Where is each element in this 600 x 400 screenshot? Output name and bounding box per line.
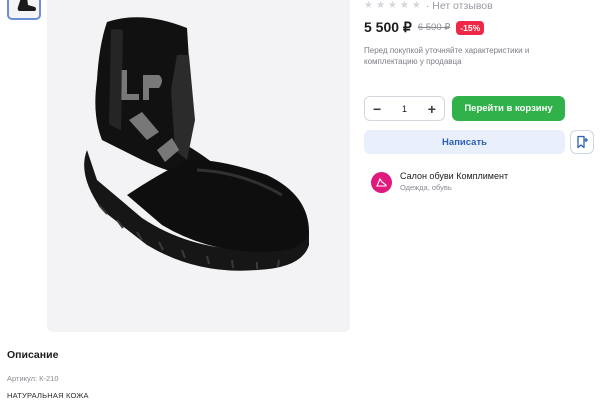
description-title: Описание [7, 349, 59, 361]
quantity-value[interactable]: 1 [402, 104, 407, 114]
add-to-favorites-button[interactable] [570, 130, 594, 154]
seller-info: Салон обуви Комплимент Одежда, обувь [400, 171, 508, 193]
current-price: 5 500 ₽ [364, 19, 412, 35]
seller-card[interactable]: Салон обуви Комплимент Одежда, обувь [371, 171, 508, 193]
price-row: 5 500 ₽ 6 500 ₽ -15% [364, 19, 485, 36]
star-icon: ★ [364, 0, 373, 11]
decrease-button[interactable]: − [373, 102, 381, 116]
star-icon: ★ [387, 0, 397, 11]
sku-label: Артикул: К-210 [7, 374, 59, 383]
discount-badge: -15% [456, 20, 485, 35]
purchase-note: Перед покупкой уточняйте характеристики … [364, 46, 530, 66]
go-to-cart-button[interactable]: Перейти в корзину [452, 96, 565, 121]
star-icon: ★ [411, 0, 421, 11]
material-text: НАТУРАЛЬНАЯ КОЖА [7, 391, 89, 400]
seller-name[interactable]: Салон обуви Комплимент [400, 171, 508, 182]
seller-logo [371, 171, 392, 193]
product-image[interactable] [47, 0, 350, 332]
star-icon: ★ [375, 0, 385, 11]
reviews-label[interactable]: · Нет отзывов [426, 0, 493, 12]
old-price: 6 500 ₽ [417, 22, 451, 33]
bookmark-plus-icon [577, 135, 588, 149]
increase-button[interactable]: + [428, 102, 436, 116]
quantity-stepper[interactable]: − 1 + [364, 96, 445, 121]
message-seller-button[interactable]: Написать [364, 130, 565, 154]
shoe-logo-icon [376, 177, 387, 187]
gallery-thumbnail[interactable] [7, 0, 41, 20]
rating-row[interactable]: ★ ★ ★ ★ ★ · Нет отзывов [364, 0, 493, 12]
boot-thumbnail-icon [17, 0, 36, 11]
boot-image [84, 17, 309, 271]
seller-category: Одежда, обувь [400, 183, 452, 192]
star-icon: ★ [399, 0, 409, 11]
